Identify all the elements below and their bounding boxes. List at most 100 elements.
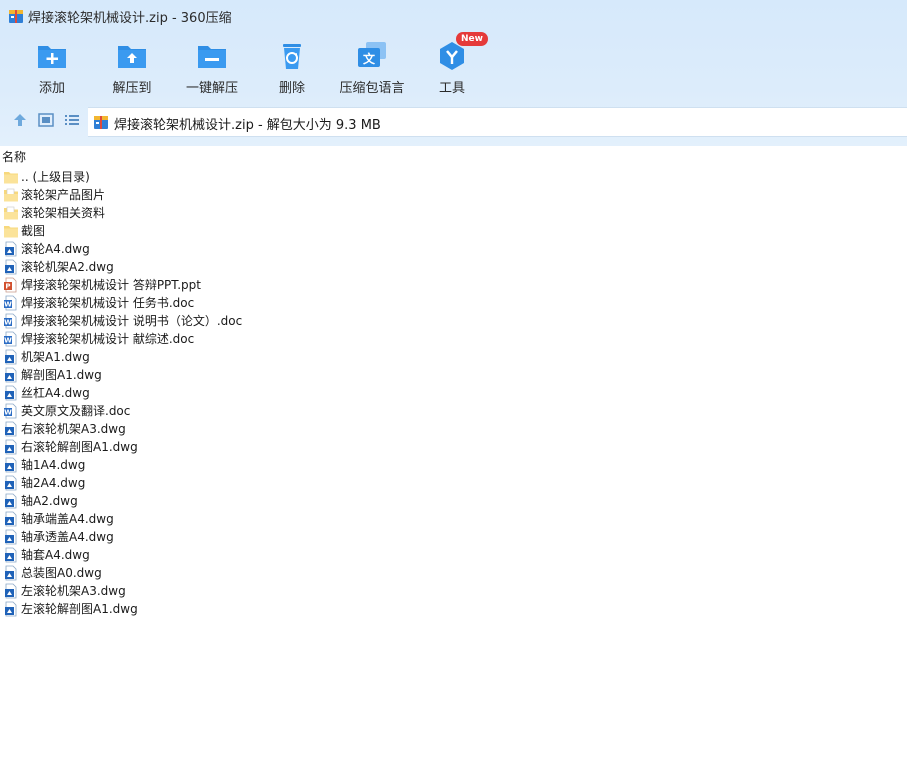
archive-box-icon [9,10,23,23]
dwg-file-icon [5,601,17,617]
dwg-file-icon [5,529,17,545]
recycle-bin-icon [283,44,301,69]
file-row[interactable]: 轴A2.dwg [0,492,907,510]
translate-icon: 文 [358,42,386,67]
folder-icon [4,172,18,184]
dwg-file-icon [5,241,17,257]
file-row[interactable]: 轴1A4.dwg [0,456,907,474]
file-row[interactable]: 右滚轮机架A3.dwg [0,420,907,438]
folder-extract-icon [118,46,146,68]
archive-language-button-label: 压缩包语言 [339,81,405,96]
one-click-extract-button[interactable]: 一键解压 [172,38,252,98]
address-bar[interactable]: 焊接滚轮架机械设计.zip - 解包大小为 9.3 MB [88,107,907,137]
file-row[interactable]: W 英文原文及翻译.doc [0,402,907,420]
word-doc-icon: W [4,313,17,329]
folder-oneclick-icon [198,46,226,68]
new-badge: New [456,32,488,46]
file-row[interactable]: 滚轮机架A2.dwg [0,258,907,276]
file-name: 右滚轮机架A3.dwg [21,422,126,436]
address-text: 焊接滚轮架机械设计.zip - 解包大小为 9.3 MB [114,118,381,133]
file-name: 滚轮架产品图片 [21,188,106,202]
file-row[interactable]: 右滚轮解剖图A1.dwg [0,438,907,456]
file-row[interactable]: W 焊接滚轮架机械设计 献综述.doc [0,330,907,348]
file-row[interactable]: 轴承透盖A4.dwg [0,528,907,546]
file-name: 轴1A4.dwg [21,458,86,472]
dwg-file-icon [5,457,17,473]
svg-text:W: W [4,409,12,417]
file-name: 滚轮架相关资料 [21,206,106,220]
file-row[interactable]: 轴套A4.dwg [0,546,907,564]
powerpoint-icon: P [4,277,17,293]
file-name: 轴A2.dwg [21,494,78,508]
file-row[interactable]: P 焊接滚轮架机械设计 答辩PPT.ppt [0,276,907,294]
file-name: 解剖图A1.dwg [21,368,102,382]
file-name: 右滚轮解剖图A1.dwg [21,440,138,454]
file-row[interactable]: 左滚轮解剖图A1.dwg [0,600,907,618]
toolbar: 添加 解压到 一键解压 删除 文 压缩包语言 New 工具 [0,32,907,98]
title-bar: 焊接滚轮架机械设计.zip - 360压缩 [0,0,907,32]
file-name: 滚轮A4.dwg [21,242,90,256]
list-view-icon[interactable] [64,112,80,128]
file-name: 截图 [21,224,46,238]
folder-icon [4,206,18,220]
dwg-file-icon [5,439,17,455]
file-row[interactable]: 轴承端盖A4.dwg [0,510,907,528]
extract-to-button[interactable]: 解压到 [92,38,172,98]
file-row[interactable]: 截图 [0,222,907,240]
folder-icon [4,188,18,202]
list-header: 名称 [0,146,907,164]
add-button[interactable]: 添加 [12,38,92,98]
file-row[interactable]: 左滚轮机架A3.dwg [0,582,907,600]
file-list: .. (上级目录) 滚轮架产品图片 滚轮架相关资料 截图滚轮A4.dwg 滚轮机架A2.… [0,168,907,618]
word-doc-icon: W [4,403,17,419]
add-button-label: 添加 [38,81,65,96]
file-name: 机架A1.dwg [21,350,90,364]
file-name: 轴承透盖A4.dwg [21,530,114,544]
one-click-extract-button-label: 一键解压 [185,81,238,96]
file-row[interactable]: 滚轮架产品图片 [0,186,907,204]
file-name: 焊接滚轮架机械设计 说明书（论文）.doc [21,314,243,328]
dwg-file-icon [5,565,17,581]
file-row[interactable]: 解剖图A1.dwg [0,366,907,384]
folder-icon [4,226,18,238]
svg-text:W: W [4,301,12,309]
delete-button[interactable]: 删除 [252,38,332,98]
file-row[interactable]: 滚轮A4.dwg [0,240,907,258]
view-mode-icon[interactable] [38,112,54,128]
header-area: 焊接滚轮架机械设计.zip - 360压缩 添加 解压到 一键解压 删除 文 压… [0,0,907,146]
dwg-file-icon [5,583,17,599]
file-row[interactable]: W 焊接滚轮架机械设计 任务书.doc [0,294,907,312]
file-name: .. (上级目录) [21,170,90,184]
column-header-name[interactable]: 名称 [2,148,26,165]
archive-box-icon [94,116,108,129]
dwg-file-icon [5,475,17,491]
svg-text:P: P [5,283,10,291]
file-row[interactable]: 轴2A4.dwg [0,474,907,492]
dwg-file-icon [5,511,17,527]
dwg-file-icon [5,349,17,365]
file-row[interactable]: .. (上级目录) [0,168,907,186]
tools-button-label: 工具 [438,81,465,96]
file-row[interactable]: W 焊接滚轮架机械设计 说明书（论文）.doc [0,312,907,330]
file-name: 轴承端盖A4.dwg [21,512,114,526]
dwg-file-icon [5,385,17,401]
dwg-file-icon [5,421,17,437]
dwg-file-icon [5,493,17,509]
file-row[interactable]: 丝杠A4.dwg [0,384,907,402]
dwg-file-icon [5,259,17,275]
arrow-up-icon[interactable] [12,112,28,128]
file-name: 左滚轮机架A3.dwg [21,584,126,598]
dwg-file-icon [5,367,17,383]
file-name: 焊接滚轮架机械设计 答辩PPT.ppt [21,278,201,292]
file-name: 焊接滚轮架机械设计 任务书.doc [21,296,195,310]
tools-button[interactable]: New 工具 [412,32,492,98]
archive-language-button[interactable]: 文 压缩包语言 [332,38,412,98]
word-doc-icon: W [4,331,17,347]
file-row[interactable]: 机架A1.dwg [0,348,907,366]
file-row[interactable]: 总装图A0.dwg [0,564,907,582]
delete-button-label: 删除 [278,81,305,96]
file-row[interactable]: 滚轮架相关资料 [0,204,907,222]
file-name: 焊接滚轮架机械设计 献综述.doc [21,332,195,346]
file-name: 左滚轮解剖图A1.dwg [21,602,138,616]
file-name: 英文原文及翻译.doc [21,404,131,418]
